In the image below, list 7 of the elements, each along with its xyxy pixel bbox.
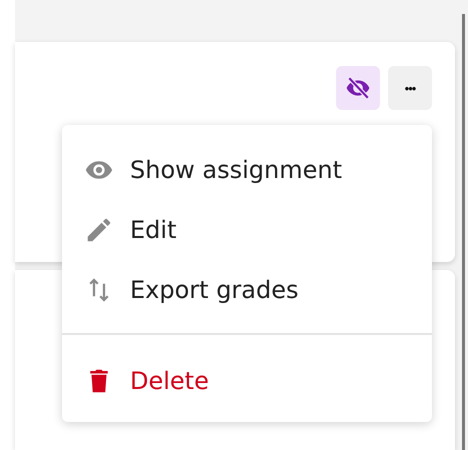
menu-item[interactable]: Delete [62, 351, 432, 411]
menu-item[interactable]: Edit [62, 200, 432, 260]
menu-item[interactable]: Show assignment [62, 140, 432, 200]
visibility-off-button[interactable] [336, 66, 380, 110]
menu-item[interactable]: Export grades [62, 260, 432, 320]
eye-off-icon [345, 75, 371, 101]
more-button[interactable]: ••• [388, 66, 432, 110]
